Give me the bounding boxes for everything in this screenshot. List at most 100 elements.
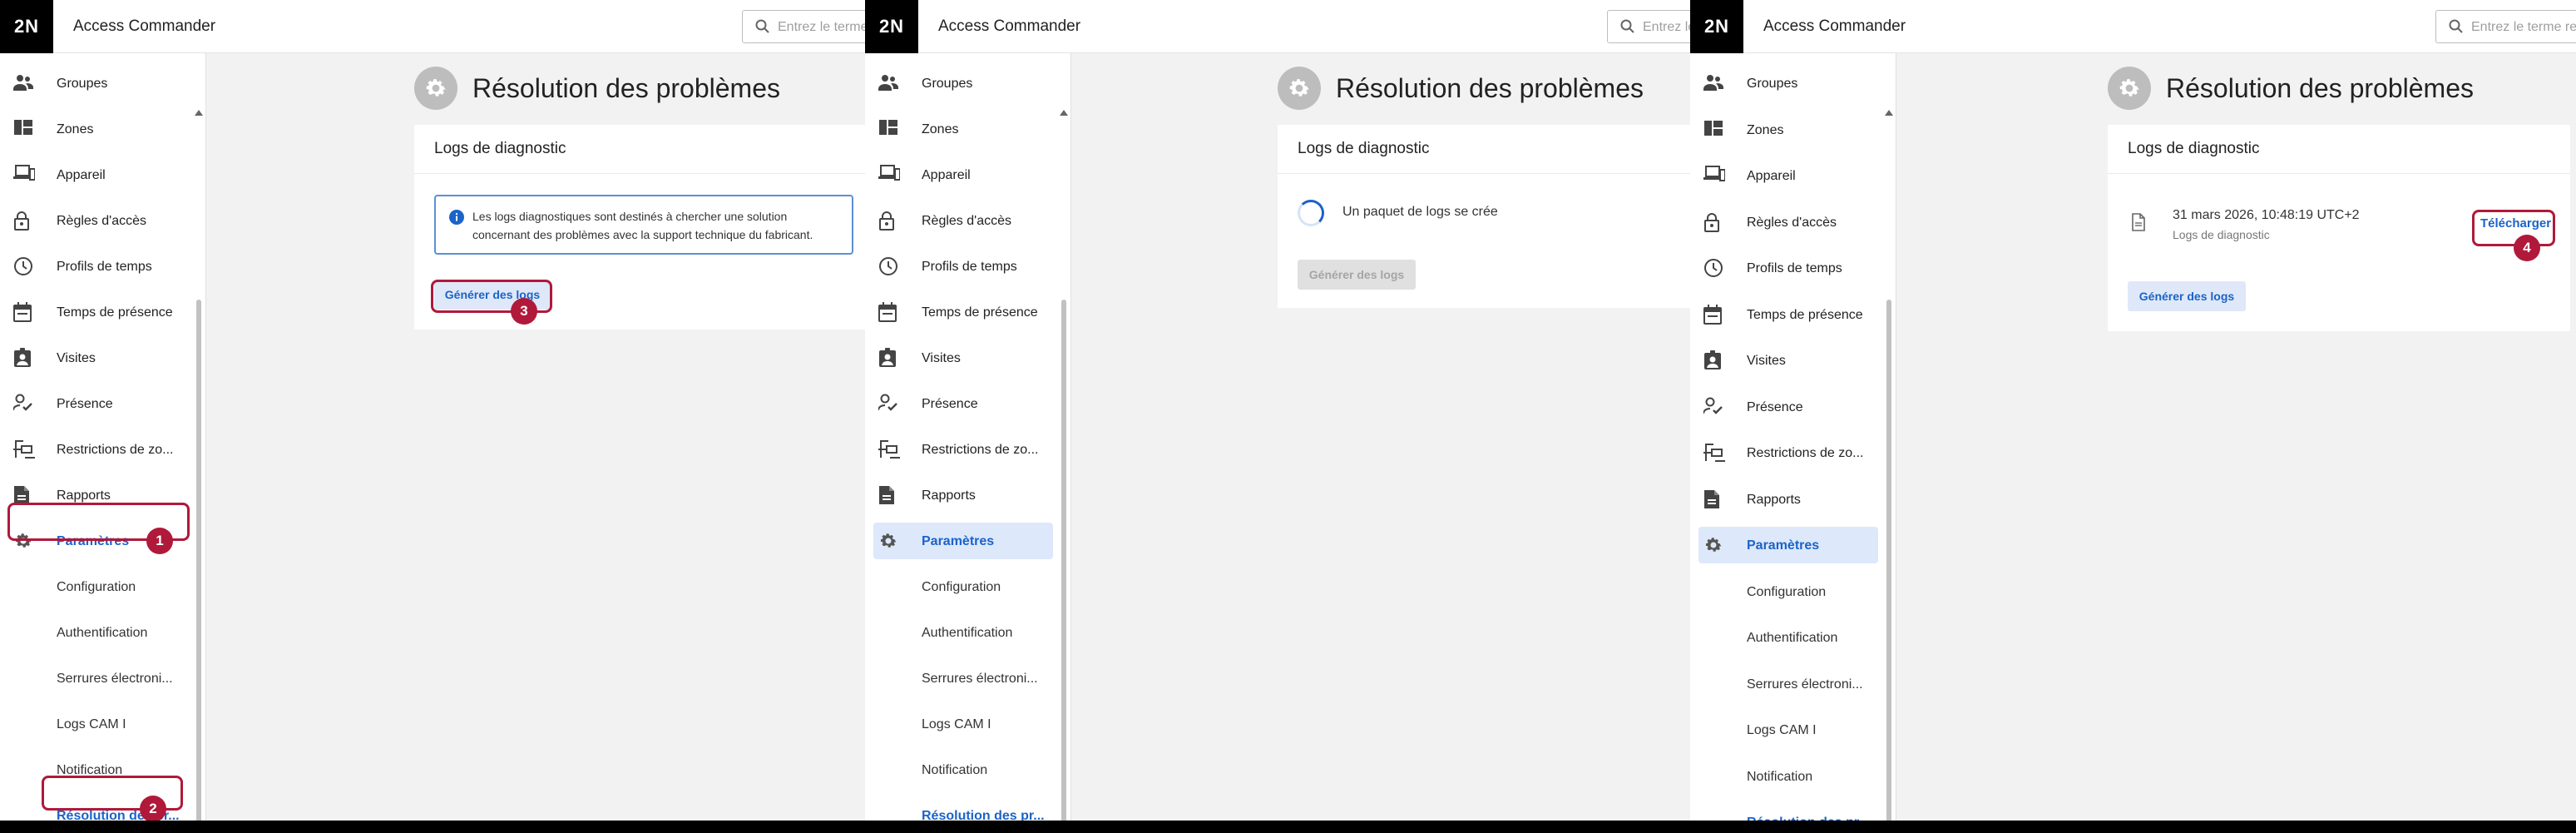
sidebar-item-2[interactable]: Zones <box>8 111 188 147</box>
sidebar-item-16[interactable]: Notification <box>873 751 1053 788</box>
app-logo: 2N <box>1690 0 1743 53</box>
sidebar-item-label: Authentification <box>1747 631 1838 645</box>
sidebar-item-label: Zones <box>57 122 94 136</box>
sidebar-item-parametres[interactable]: Paramètres <box>873 523 1053 559</box>
calendar-icon <box>13 302 35 322</box>
sidebar-item-5[interactable]: Profils de temps <box>8 248 188 285</box>
sidebar-item-resolution[interactable]: Résolution des pr... <box>873 797 1053 821</box>
sidebar-item-4[interactable]: Règles d'accès <box>873 202 1053 239</box>
sidebar-item-14[interactable]: Serrures électroni... <box>873 660 1053 697</box>
page-header: Résolution des problèmes <box>2108 67 2474 110</box>
sidebar-item-label: Présence <box>1747 399 1803 414</box>
zones-icon <box>878 119 900 139</box>
sidebar-item-3[interactable]: Appareil <box>873 156 1053 193</box>
sidebar-item-label: Paramètres <box>1747 538 1820 553</box>
sidebar-item-7[interactable]: Visites <box>1698 342 1878 379</box>
sidebar-item-7[interactable]: Visites <box>8 340 188 376</box>
sidebar-item-12[interactable]: Configuration <box>1698 573 1878 610</box>
search-placeholder: Entrez le terme re <box>778 20 865 34</box>
sidebar-item-parametres[interactable]: Paramètres <box>1698 527 1878 563</box>
sidebar-item-14[interactable]: Serrures électroni... <box>8 660 188 697</box>
sidebar-item-label: Groupes <box>57 77 108 91</box>
sidebar-scrollbar[interactable] <box>1885 110 1893 821</box>
sidebar-item-13[interactable]: Authentification <box>873 614 1053 651</box>
sidebar-item-label: Présence <box>922 397 978 411</box>
sidebar-item-label: Authentification <box>57 626 148 640</box>
page-header: Résolution des problèmes <box>1278 67 1644 110</box>
gear-icon <box>878 531 900 551</box>
sidebar-item-label: Appareil <box>922 168 971 182</box>
sidebar-item-label: Paramètres <box>922 534 995 548</box>
sidebar-item-9[interactable]: Restrictions de zo... <box>8 431 188 468</box>
sidebar-item-label: Appareil <box>1747 169 1796 183</box>
sidebar-item-13[interactable]: Authentification <box>1698 619 1878 656</box>
search-input[interactable]: Entrez le terme re <box>2435 10 2576 43</box>
sidebar-item-4[interactable]: Règles d'accès <box>8 202 188 239</box>
sidebar-item-1[interactable]: Groupes <box>873 65 1053 102</box>
sidebar-item-3[interactable]: Appareil <box>8 156 188 193</box>
gear-icon <box>1703 535 1725 555</box>
sidebar-item-14[interactable]: Serrures électroni... <box>1698 666 1878 702</box>
sidebar-item-1[interactable]: Groupes <box>1698 65 1878 102</box>
search-input[interactable]: Entrez le terme re <box>742 10 865 43</box>
sidebar-item-label: Présence <box>57 397 113 411</box>
calendar-icon <box>878 302 900 322</box>
sidebar-item-label: Zones <box>1747 122 1784 137</box>
sidebar-item-6[interactable]: Temps de présence <box>1698 296 1878 333</box>
sidebar-item-9[interactable]: Restrictions de zo... <box>873 431 1053 468</box>
clock-icon <box>13 256 35 276</box>
sidebar-item-4[interactable]: Règles d'accès <box>1698 204 1878 240</box>
sidebar-item-label: Notification <box>922 763 988 777</box>
sidebar-item-3[interactable]: Appareil <box>1698 157 1878 194</box>
sidebar-item-resolution[interactable]: Résolution des pr... <box>1698 804 1878 821</box>
sidebar-item-10[interactable]: Rapports <box>873 477 1053 513</box>
sidebar-item-13[interactable]: Authentification <box>8 614 188 651</box>
sidebar-item-10[interactable]: Rapports <box>1698 481 1878 518</box>
sidebar-item-16[interactable]: Notification <box>1698 758 1878 795</box>
sidebar-item-9[interactable]: Restrictions de zo... <box>1698 434 1878 471</box>
sidebar-item-6[interactable]: Temps de présence <box>873 294 1053 330</box>
sidebar-item-15[interactable]: Logs CAM I <box>873 706 1053 742</box>
loading-spinner-icon <box>1298 200 1324 226</box>
sidebar-item-label: Logs CAM I <box>922 717 991 731</box>
card-title: Logs de diagnostic <box>434 140 566 157</box>
sidebar-item-12[interactable]: Configuration <box>8 568 188 605</box>
groups-icon <box>13 73 35 93</box>
generate-logs-button[interactable]: Générer des logs <box>2128 281 2246 311</box>
sidebar-item-12[interactable]: Configuration <box>873 568 1053 605</box>
app-header: 2N Access Commander Entrez le terme re <box>1690 0 2576 53</box>
sidebar-item-label: Restrictions de zo... <box>922 443 1039 457</box>
panel-step-1: 2N Access Commander Entrez le terme re G… <box>0 0 865 821</box>
sidebar-scrollbar[interactable] <box>195 110 203 821</box>
sidebar-item-15[interactable]: Logs CAM I <box>8 706 188 742</box>
sidebar-item-8[interactable]: Présence <box>873 385 1053 422</box>
sidebar-item-5[interactable]: Profils de temps <box>1698 250 1878 286</box>
visitor-badge-icon <box>878 348 900 368</box>
sidebar-item-15[interactable]: Logs CAM I <box>1698 712 1878 748</box>
sidebar-item-6[interactable]: Temps de présence <box>8 294 188 330</box>
search-placeholder: Entrez le terme re <box>2471 20 2576 34</box>
sidebar-item-2[interactable]: Zones <box>873 111 1053 147</box>
sidebar-item-label: Logs CAM I <box>57 717 126 731</box>
generate-logs-button[interactable]: Générer des logs <box>1298 260 1416 290</box>
search-input[interactable]: Entrez le terme re <box>1607 10 1690 43</box>
devices-icon <box>13 165 35 185</box>
lock-icon <box>878 211 900 231</box>
sidebar-item-label: Configuration <box>1747 584 1827 599</box>
settings-gear-icon <box>2108 67 2151 110</box>
sidebar-item-5[interactable]: Profils de temps <box>873 248 1053 285</box>
sidebar-item-7[interactable]: Visites <box>873 340 1053 376</box>
document-icon <box>2131 213 2146 231</box>
tutorial-composite: 2N Access Commander Entrez le terme re G… <box>0 0 2576 833</box>
sidebar-item-label: Règles d'accès <box>1747 215 1837 230</box>
sidebar-item-2[interactable]: Zones <box>1698 112 1878 148</box>
sidebar-item-8[interactable]: Présence <box>1698 389 1878 425</box>
log-type: Logs de diagnostic <box>2173 228 2270 241</box>
log-date: 31 mars 2026, 10:48:19 UTC+2 <box>2173 208 2360 222</box>
sidebar-item-1[interactable]: Groupes <box>8 65 188 102</box>
sidebar-item-8[interactable]: Présence <box>8 385 188 422</box>
sidebar-scrollbar[interactable] <box>1060 110 1068 821</box>
sidebar-item-label: Groupes <box>922 77 973 91</box>
step-badge-4: 4 <box>2514 235 2540 261</box>
sidebar-item-label: Rapports <box>57 488 111 503</box>
